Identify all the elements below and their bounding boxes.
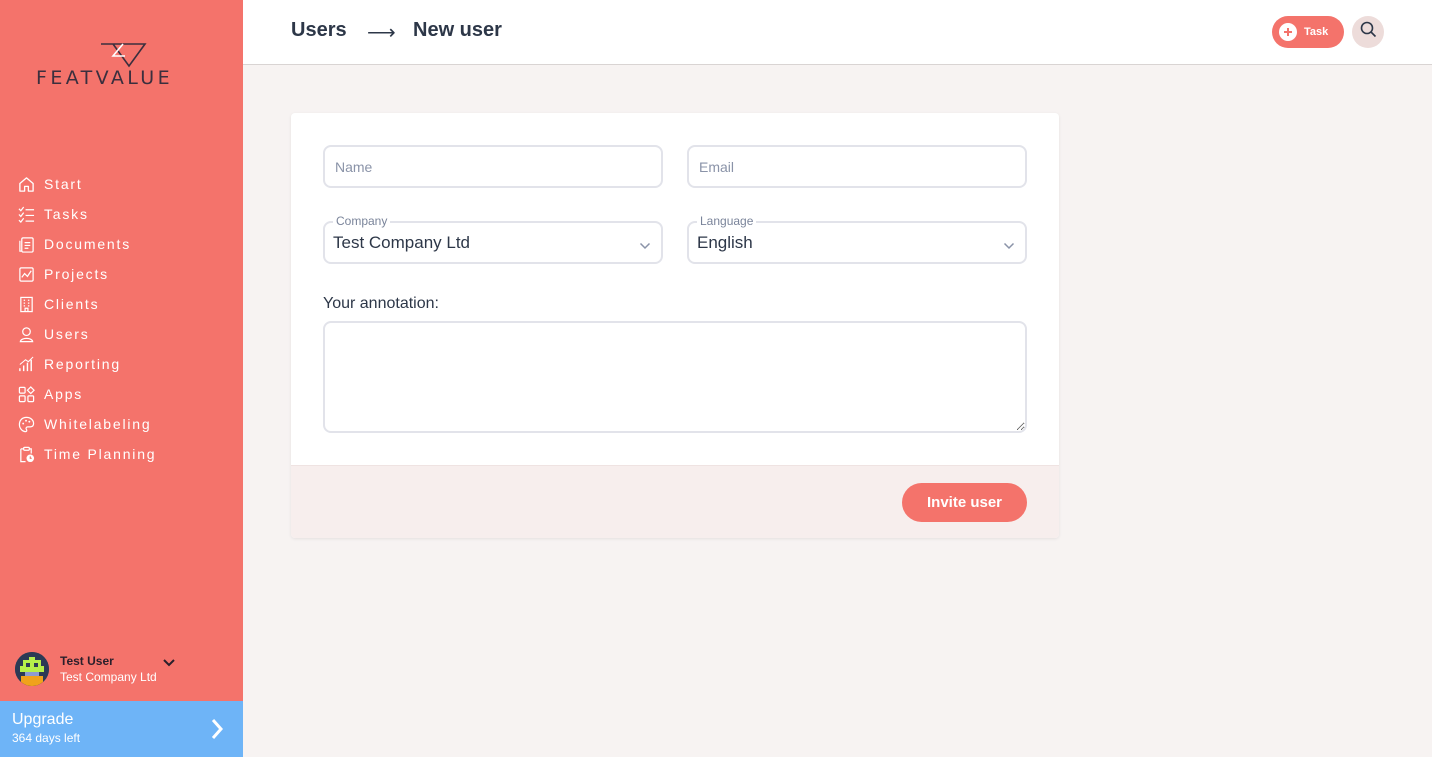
company-select[interactable]: Company Test Company Ltd xyxy=(323,214,663,264)
user-menu[interactable]: Test User Test Company Ltd xyxy=(15,652,230,686)
form-footer: Invite user xyxy=(291,465,1059,538)
annotation-label: Your annotation: xyxy=(323,295,439,312)
sidebar-item-reporting[interactable]: Reporting xyxy=(0,349,243,379)
plus-icon xyxy=(1279,23,1297,41)
sidebar-item-label: Reporting xyxy=(44,356,121,372)
chevron-down-icon xyxy=(639,237,651,255)
add-task-button[interactable]: Task xyxy=(1272,16,1344,48)
sidebar-item-clients[interactable]: Clients xyxy=(0,289,243,319)
sidebar-item-apps[interactable]: Apps xyxy=(0,379,243,409)
apps-icon xyxy=(17,385,35,403)
email-field[interactable] xyxy=(687,145,1027,188)
name-input[interactable] xyxy=(325,147,661,186)
sidebar: FEATVALUE Start Tasks Documents Projects xyxy=(0,0,243,757)
invite-user-button[interactable]: Invite user xyxy=(902,483,1027,522)
logo-mark-icon xyxy=(101,43,147,68)
task-button-label: Task xyxy=(1304,26,1329,38)
sidebar-item-tasks[interactable]: Tasks xyxy=(0,199,243,229)
sidebar-nav: Start Tasks Documents Projects Clients U… xyxy=(0,169,243,469)
building-icon xyxy=(17,295,35,313)
sidebar-item-label: Apps xyxy=(44,386,84,402)
chart-icon xyxy=(17,265,35,283)
top-header: Users ⟶ New user Task xyxy=(243,0,1432,65)
annotation-textarea[interactable] xyxy=(325,323,1025,431)
sidebar-item-label: Start xyxy=(44,176,83,192)
sidebar-item-label: Time Planning xyxy=(44,446,157,462)
sidebar-item-projects[interactable]: Projects xyxy=(0,259,243,289)
logo-text: FEATVALUE xyxy=(36,67,173,89)
annotation-field[interactable] xyxy=(323,321,1027,433)
upgrade-days-left: 364 days left xyxy=(12,731,81,745)
chevron-right-icon xyxy=(210,718,224,745)
bar-chart-icon xyxy=(17,355,35,373)
sidebar-item-label: Tasks xyxy=(44,206,89,222)
sidebar-item-documents[interactable]: Documents xyxy=(0,229,243,259)
upgrade-banner[interactable]: Upgrade 364 days left xyxy=(0,701,243,757)
search-icon xyxy=(1360,21,1377,43)
sidebar-item-label: Clients xyxy=(44,296,100,312)
email-input[interactable] xyxy=(689,147,1025,186)
name-field[interactable] xyxy=(323,145,663,188)
document-icon xyxy=(17,235,35,253)
company-label: Company xyxy=(333,214,391,228)
page-title: New user xyxy=(413,19,502,41)
sidebar-item-whitelabeling[interactable]: Whitelabeling xyxy=(0,409,243,439)
sidebar-item-users[interactable]: Users xyxy=(0,319,243,349)
palette-icon xyxy=(17,415,35,433)
chevron-down-icon xyxy=(163,654,175,672)
sidebar-item-start[interactable]: Start xyxy=(0,169,243,199)
clipboard-clock-icon xyxy=(17,445,35,463)
language-select[interactable]: Language English xyxy=(687,214,1027,264)
company-value: Test Company Ltd xyxy=(333,233,471,252)
sidebar-item-label: Whitelabeling xyxy=(44,416,152,432)
search-button[interactable] xyxy=(1352,16,1384,48)
upgrade-title: Upgrade xyxy=(12,711,74,728)
user-icon xyxy=(17,325,35,343)
user-company: Test Company Ltd xyxy=(60,669,157,684)
sidebar-item-label: Documents xyxy=(44,236,132,252)
user-name: Test User xyxy=(60,653,114,668)
language-label: Language xyxy=(697,214,757,228)
checklist-icon xyxy=(17,205,35,223)
sidebar-item-time-planning[interactable]: Time Planning xyxy=(0,439,243,469)
breadcrumb-arrow: ⟶ xyxy=(367,22,396,44)
logo[interactable]: FEATVALUE xyxy=(36,40,211,90)
sidebar-item-label: Users xyxy=(44,326,90,342)
home-icon xyxy=(17,175,35,193)
new-user-form: Company Test Company Ltd Language Englis… xyxy=(291,113,1059,538)
breadcrumb-users[interactable]: Users xyxy=(291,19,347,42)
chevron-down-icon xyxy=(1003,237,1015,255)
language-value: English xyxy=(697,233,753,252)
avatar xyxy=(15,652,49,686)
sidebar-item-label: Projects xyxy=(44,266,109,282)
